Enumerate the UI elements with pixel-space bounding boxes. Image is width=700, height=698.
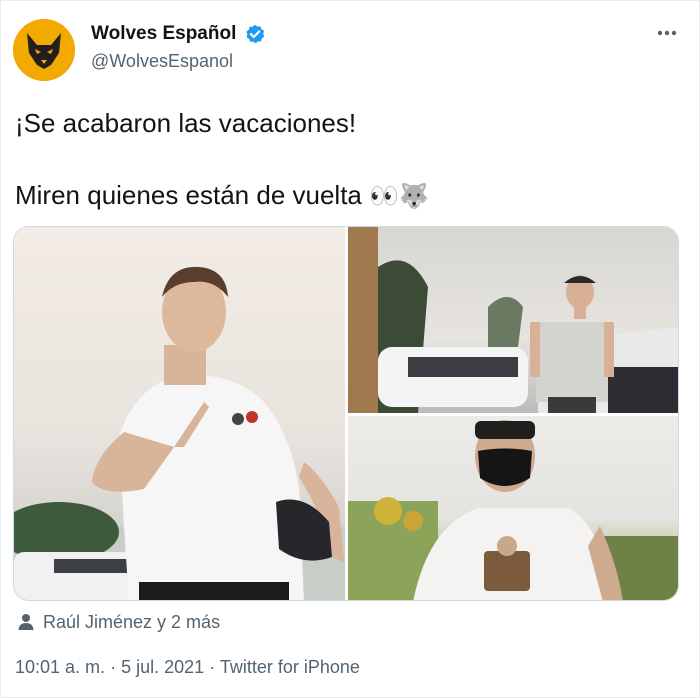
person-icon [18, 614, 34, 630]
tweet-line-2: Miren quienes están de vuelta 👀🐺 [15, 177, 675, 214]
verified-badge-icon [246, 24, 265, 44]
tweet-card[interactable]: Wolves Español @WolvesEspanol ¡Se acabar… [0, 0, 700, 698]
photo-player-face-mask[interactable] [348, 416, 678, 600]
tweet-metadata: 10:01 a. m. · 5 jul. 2021 · Twitter for … [15, 657, 360, 678]
handle[interactable]: @WolvesEspanol [91, 51, 233, 72]
tweet-line-1: ¡Se acabaron las vacaciones! [15, 108, 357, 138]
avatar[interactable] [13, 19, 75, 81]
tweet-source[interactable]: Twitter for iPhone [220, 657, 360, 677]
wolf-head-logo-icon [13, 19, 75, 81]
photo-player-peace-sign[interactable] [14, 227, 345, 600]
photo-player-walking-cap[interactable] [348, 227, 678, 413]
display-name[interactable]: Wolves Español [91, 23, 236, 45]
eyes-wolf-emoji: 👀🐺 [369, 182, 429, 210]
media-grid [13, 226, 679, 601]
tweet-text: ¡Se acabaron las vacaciones! Miren quien… [15, 105, 675, 214]
meta-separator: · [209, 657, 216, 677]
meta-separator: · [110, 657, 117, 677]
tagged-people[interactable]: Raúl Jiménez y 2 más [17, 611, 220, 633]
tagged-people-text: Raúl Jiménez y 2 más [43, 611, 221, 632]
tweet-time[interactable]: 10:01 a. m. [15, 657, 105, 677]
tweet-line-2-text: Miren quienes están de vuelta [15, 180, 362, 210]
ellipsis-icon[interactable] [653, 21, 681, 45]
tweet-date[interactable]: 5 jul. 2021 [121, 657, 204, 677]
